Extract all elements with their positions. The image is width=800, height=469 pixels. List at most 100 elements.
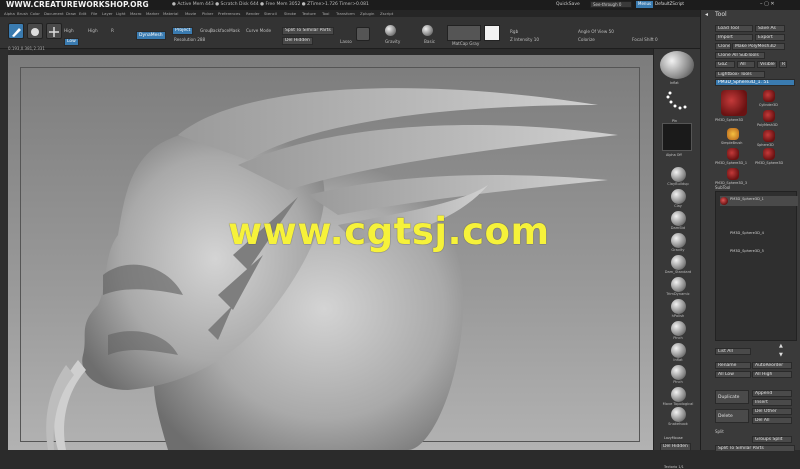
- quicksave-button[interactable]: QuickSave: [556, 2, 580, 7]
- split-to-similar-parts-button[interactable]: Split To Similar Parts: [715, 445, 795, 452]
- menu-tool[interactable]: Tool: [322, 11, 329, 16]
- menu-brush[interactable]: Brush: [17, 11, 28, 16]
- rename-button[interactable]: Rename: [715, 362, 751, 369]
- menu-picker[interactable]: Picker: [202, 11, 213, 16]
- brush-clay[interactable]: Clay: [662, 189, 694, 209]
- basic-material-icon[interactable]: [422, 25, 433, 36]
- all-high-button[interactable]: All High: [752, 371, 792, 378]
- subtool-row[interactable]: PM3D_Sphere3D_4: [720, 230, 798, 240]
- tool-thumb-pm3d-sphere1[interactable]: [727, 148, 739, 160]
- append-button[interactable]: Append: [752, 390, 792, 397]
- brush-trimdynamic[interactable]: TrimDynamic: [662, 277, 694, 297]
- menu-macro[interactable]: Macro: [130, 11, 142, 16]
- lightbox-tools-button[interactable]: Lightbox› Tools: [715, 71, 765, 78]
- close-icon[interactable]: ✕: [770, 1, 774, 7]
- auto-reorder-button[interactable]: AutoReorder: [752, 362, 792, 369]
- menu-movie[interactable]: Movie: [185, 11, 196, 16]
- brush-dam-standard[interactable]: Dam_Standard: [662, 255, 694, 275]
- inflat-brush-large-icon[interactable]: [660, 51, 694, 79]
- subtool-list[interactable]: PM3D_Sphere3D_1 PM3D_Sphere3D_4 PM3D_Sph…: [715, 191, 798, 341]
- menu-alpha[interactable]: Alpha: [4, 11, 15, 16]
- menu-preferences[interactable]: Preferences: [218, 11, 240, 16]
- r-button[interactable]: R: [779, 61, 787, 68]
- clone-button[interactable]: Clone: [715, 43, 731, 50]
- r-label[interactable]: R: [111, 28, 114, 33]
- matcap-swatch[interactable]: [447, 25, 481, 41]
- brush-gravity[interactable]: Gravity: [662, 233, 694, 253]
- minimize-icon[interactable]: –: [760, 1, 763, 7]
- menu-transform[interactable]: Transform: [336, 11, 355, 16]
- duplicate-button[interactable]: Duplicate: [715, 390, 749, 404]
- brush-pinch[interactable]: Pinch: [662, 321, 694, 341]
- menu-file[interactable]: File: [91, 11, 97, 16]
- brush-pinch-2[interactable]: Pinch: [662, 365, 694, 385]
- project-button[interactable]: Project: [172, 27, 194, 35]
- menu-color[interactable]: Color: [30, 11, 40, 16]
- low-button[interactable]: Low: [64, 38, 79, 46]
- tool-thumb-pm3d-sphere3[interactable]: [727, 168, 739, 180]
- brush-claybuildup[interactable]: ClayBuildup: [662, 167, 694, 187]
- load-tool-button[interactable]: Load Tool: [715, 25, 753, 32]
- tool-thumb-polymesh3d[interactable]: [763, 110, 775, 122]
- window-controls[interactable]: – ▢ ✕: [760, 1, 775, 7]
- menu-render[interactable]: Render: [246, 11, 260, 16]
- color-swatch[interactable]: [484, 25, 500, 41]
- import-button[interactable]: Import: [715, 34, 753, 41]
- export-button[interactable]: Export: [755, 34, 785, 41]
- menu-marker[interactable]: Marker: [146, 11, 159, 16]
- brush-move-topological[interactable]: Move Topological: [662, 387, 694, 407]
- tool-thumb-simplebrush[interactable]: [727, 128, 739, 140]
- menu-edit[interactable]: Edit: [79, 11, 86, 16]
- maximize-icon[interactable]: ▢: [764, 1, 769, 7]
- gravity-brush-icon[interactable]: [385, 25, 396, 36]
- menu-zscript[interactable]: Zscript: [380, 11, 393, 16]
- move-button[interactable]: [46, 23, 62, 39]
- arrow-down-icon[interactable]: ▼: [779, 352, 783, 358]
- del-hidden-button[interactable]: Del Hidden: [282, 37, 313, 45]
- focal-shift-slider[interactable]: Focal Shift 0: [632, 37, 658, 42]
- lasso-label[interactable]: Lasso: [340, 39, 352, 44]
- tool-thumb-sphere3d[interactable]: [763, 130, 775, 142]
- subtool-row[interactable]: PM3D_Sphere3D_1: [720, 196, 798, 206]
- brush-damstd[interactable]: DamStd: [662, 211, 694, 231]
- edit-mode-button[interactable]: [8, 23, 24, 39]
- menu-layer[interactable]: Layer: [102, 11, 113, 16]
- clone-all-subtools-button[interactable]: Clone All SubTools: [715, 52, 765, 59]
- angle-of-view-slider[interactable]: Angle Of View 50: [578, 29, 614, 34]
- menu-texture[interactable]: Texture: [302, 11, 316, 16]
- z-intensity-slider[interactable]: Z Intensity 10: [510, 37, 539, 42]
- subtool-header[interactable]: SubTool: [715, 185, 730, 190]
- alpha-off-swatch[interactable]: [662, 123, 692, 151]
- del-other-button[interactable]: Del Other: [752, 408, 792, 415]
- palette-toggle-icon[interactable]: ◂: [705, 11, 708, 18]
- brush-hpolish[interactable]: hPolish: [662, 299, 694, 319]
- tool-thumb-pm3d-sphere-b[interactable]: [763, 148, 775, 160]
- tool-thumb-cylinder3d[interactable]: [763, 90, 775, 102]
- brush-inflat[interactable]: Inflat: [662, 343, 694, 363]
- curve-mode-button[interactable]: Curve Mode: [246, 28, 271, 33]
- menu-stroke[interactable]: Stroke: [284, 11, 296, 16]
- alpha-dots-icon[interactable]: [662, 89, 692, 117]
- groups-split-button[interactable]: Groups Split: [752, 436, 792, 443]
- current-tool-slider[interactable]: PM3D_Sphere3D_1. 51: [715, 79, 795, 86]
- menu-document[interactable]: Document: [44, 11, 64, 16]
- del-all-button[interactable]: Del All: [752, 417, 792, 424]
- backface-mask-button[interactable]: BackfaceMask: [210, 28, 240, 33]
- rgb-label[interactable]: Rgb: [510, 29, 518, 34]
- menu-draw[interactable]: Draw: [66, 11, 76, 16]
- save-as-button[interactable]: Save As: [755, 25, 785, 32]
- tool-thumb-pm3d-sphere[interactable]: [721, 90, 747, 116]
- menu-material[interactable]: Material: [163, 11, 178, 16]
- menu-zplugin[interactable]: Zplugin: [360, 11, 374, 16]
- list-all-button[interactable]: List All: [715, 348, 751, 355]
- lasso-icon[interactable]: [356, 27, 370, 41]
- document-canvas[interactable]: www.cgtsj.com: [8, 55, 653, 450]
- menu-stencil[interactable]: Stencil: [264, 11, 277, 16]
- menus-button[interactable]: Menus: [636, 1, 654, 8]
- resolution-slider[interactable]: Resolution 288: [174, 37, 205, 42]
- colorize-label[interactable]: Colorize: [578, 37, 595, 42]
- delete-button[interactable]: Delete: [715, 409, 749, 423]
- all-low-button[interactable]: All Low: [715, 371, 751, 378]
- split-header[interactable]: Split: [715, 429, 724, 434]
- draw-button[interactable]: [27, 23, 43, 39]
